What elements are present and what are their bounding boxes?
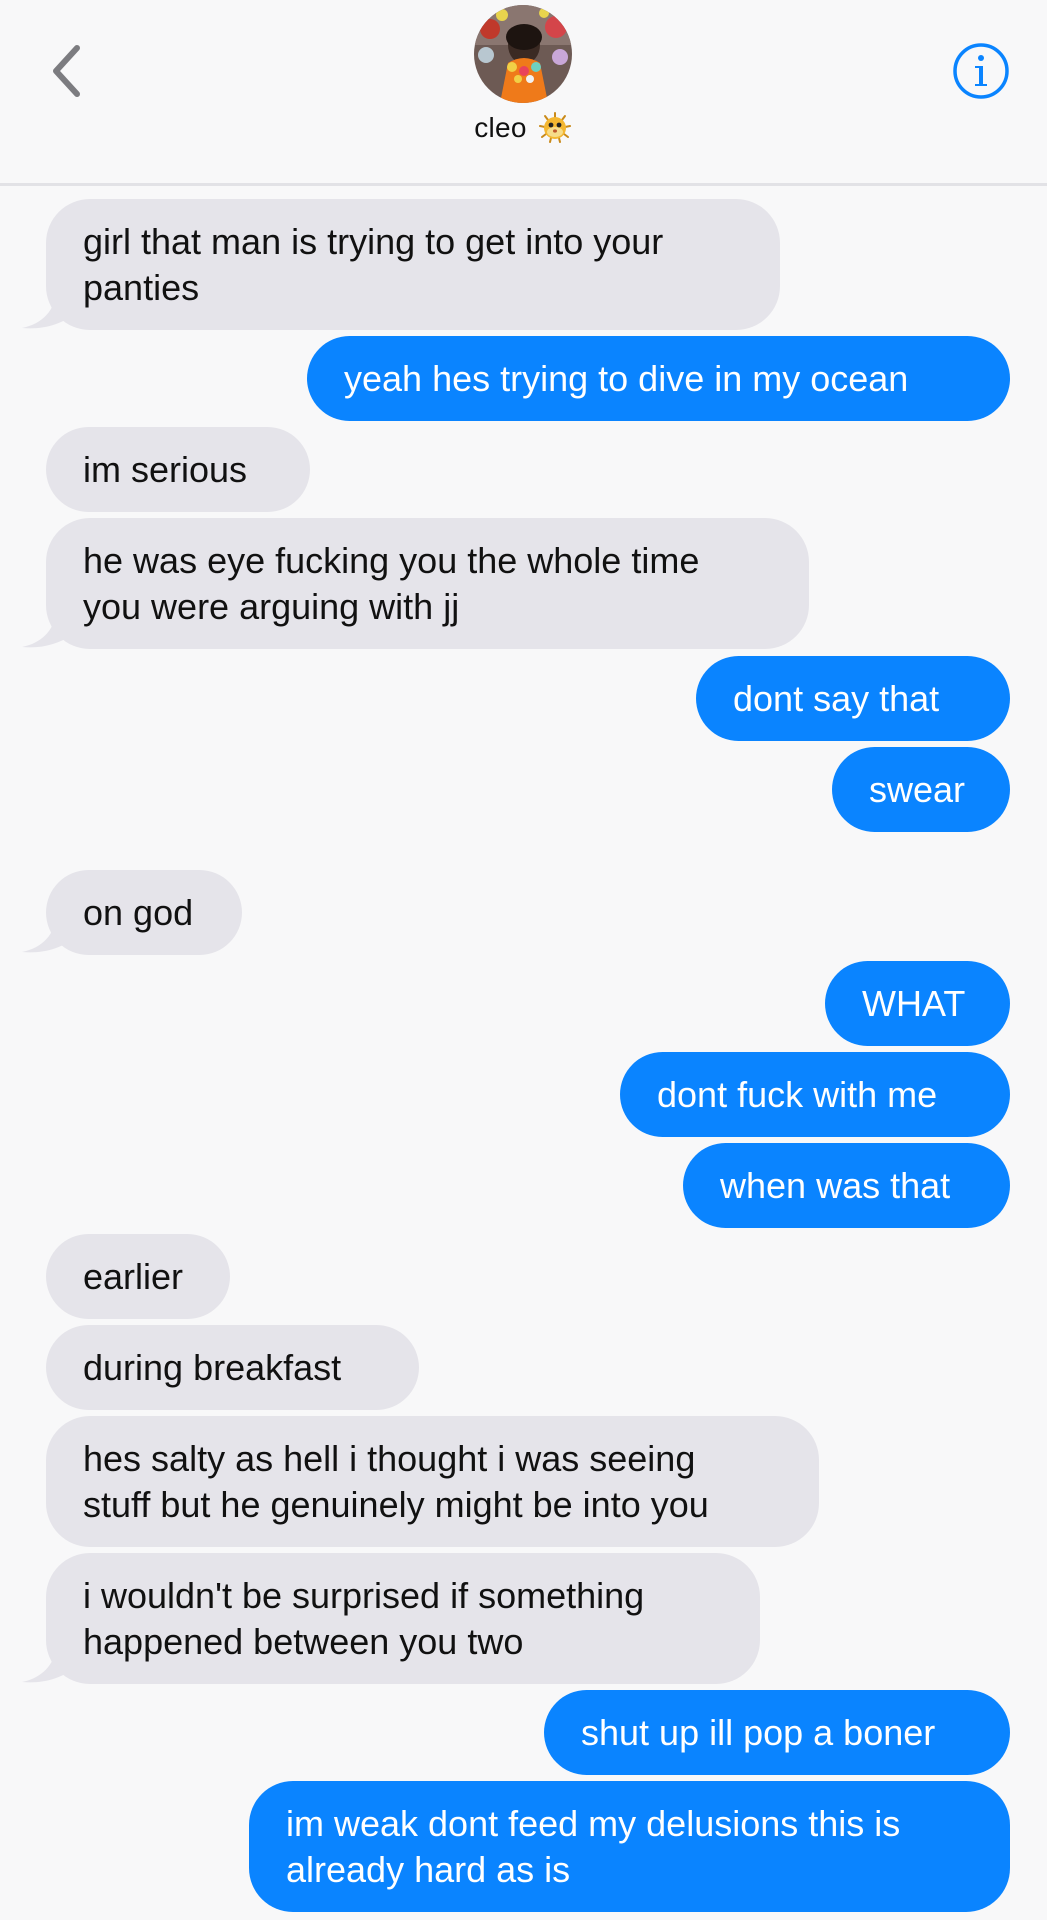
message-bubble-received[interactable]: earlier (46, 1234, 230, 1319)
contact-avatar[interactable] (474, 5, 572, 103)
message-bubble-sent[interactable]: yeah hes trying to dive in my ocean (307, 336, 1010, 421)
info-button[interactable] (950, 40, 1012, 102)
message-bubble-received[interactable]: girl that man is trying to get into your… (46, 199, 780, 330)
message-thread[interactable]: girl that man is trying to get into your… (0, 0, 1047, 1920)
message-bubble-sent[interactable]: swear (832, 747, 1010, 832)
contact-name-row[interactable]: cleo (0, 110, 1047, 146)
avatar-image (474, 5, 572, 103)
back-button[interactable] (36, 36, 96, 106)
message-bubble-received[interactable]: i wouldn't be surprised if something hap… (46, 1553, 760, 1684)
pufferfish-emoji-icon (538, 112, 571, 143)
info-circle-icon (953, 43, 1009, 99)
message-bubble-sent[interactable]: WHAT (825, 961, 1010, 1046)
message-bubble-received[interactable]: during breakfast (46, 1325, 419, 1410)
message-bubble-sent[interactable]: im weak dont feed my delusions this is a… (249, 1781, 1010, 1912)
bubble-tail (22, 609, 78, 648)
message-bubble-received[interactable]: he was eye fucking you the whole time yo… (46, 518, 809, 649)
message-bubble-sent[interactable]: shut up ill pop a boner (544, 1690, 1010, 1775)
message-bubble-sent[interactable]: dont say that (696, 656, 1010, 741)
bubble-tail (22, 1644, 78, 1683)
message-bubble-sent[interactable]: dont fuck with me (620, 1052, 1010, 1137)
conversation-header: cleo (0, 0, 1047, 186)
chevron-left-icon (53, 45, 80, 97)
bubble-tail (22, 290, 78, 329)
message-bubble-received[interactable]: im serious (46, 427, 310, 512)
bubble-tail (22, 914, 78, 953)
contact-name: cleo (474, 112, 527, 143)
message-bubble-received[interactable]: hes salty as hell i thought i was seeing… (46, 1416, 819, 1547)
message-bubble-sent[interactable]: when was that (683, 1143, 1010, 1228)
